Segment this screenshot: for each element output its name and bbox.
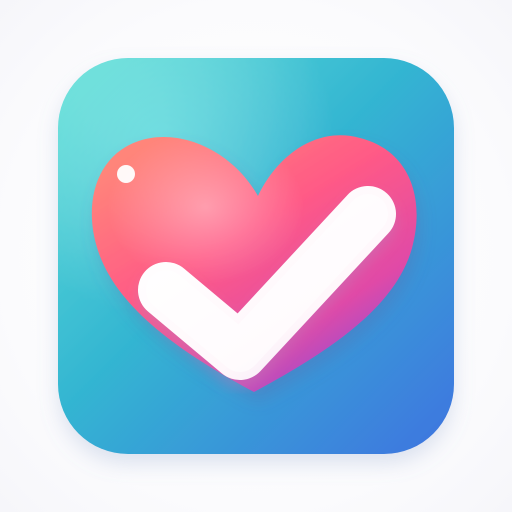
app-icon-canvas [0, 0, 512, 512]
app-icon[interactable] [0, 0, 512, 512]
app-icon-svg [58, 58, 454, 454]
heart-highlight-dot [117, 165, 135, 183]
